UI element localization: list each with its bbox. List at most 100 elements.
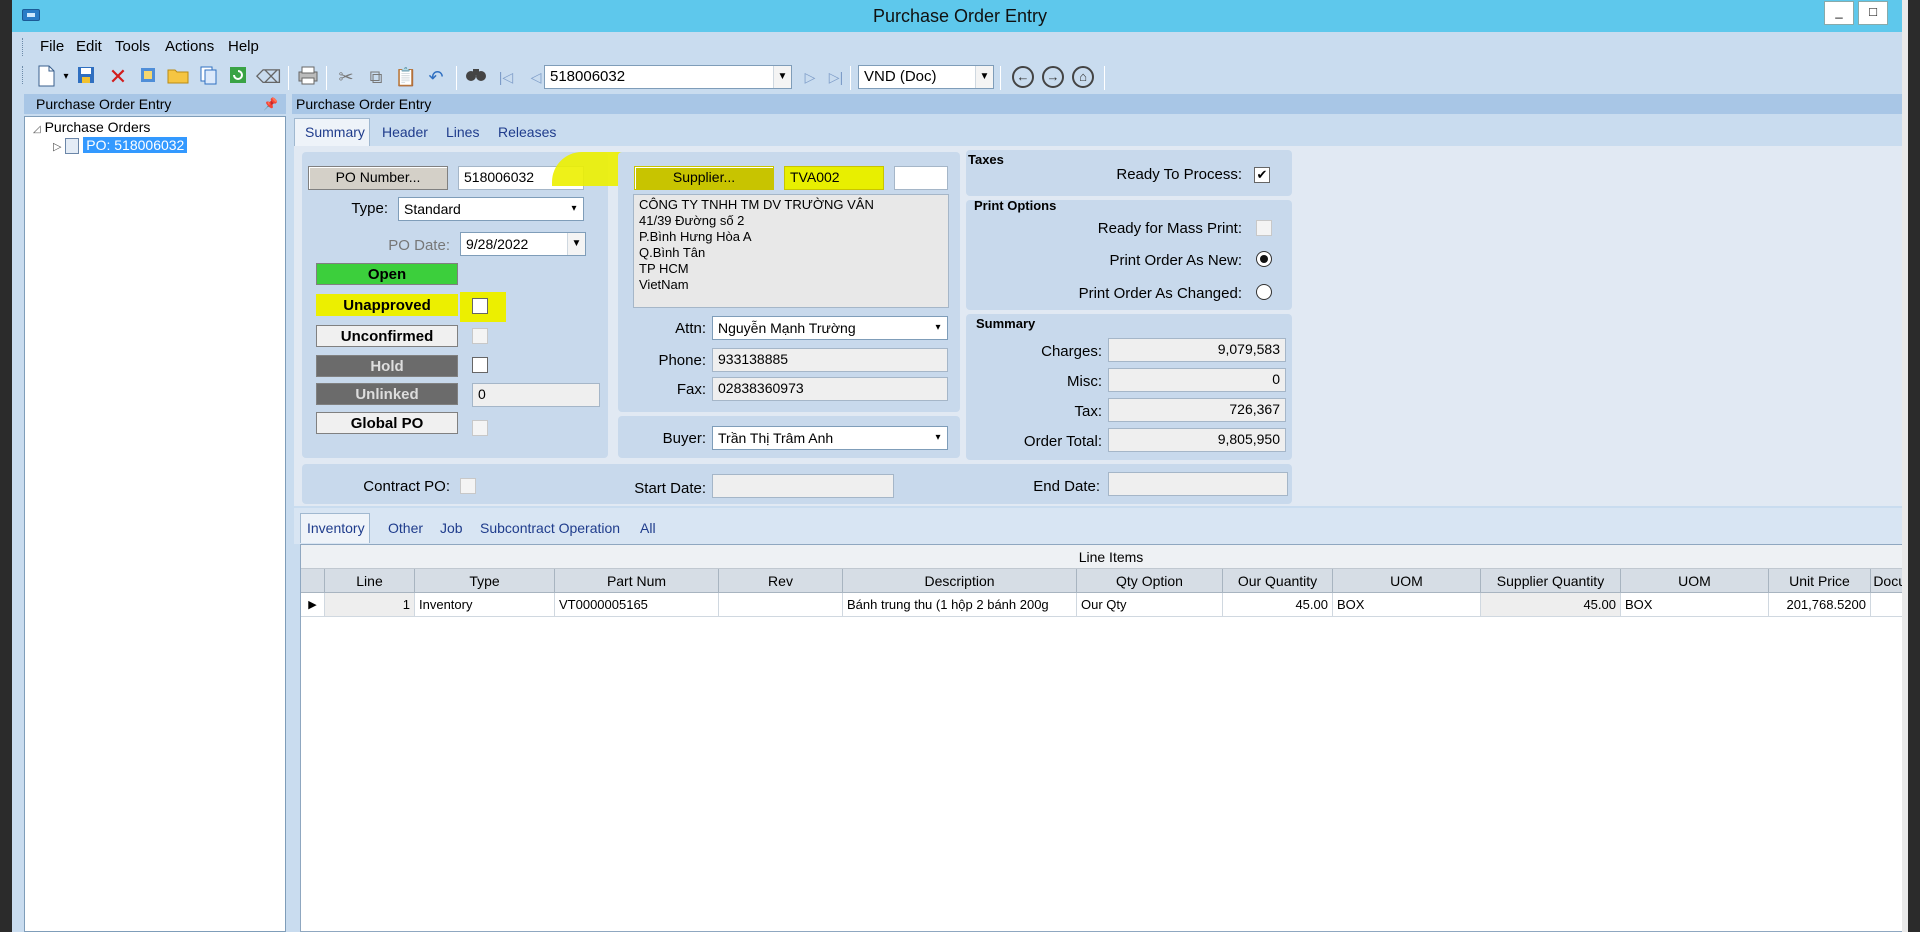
chevron-down-icon[interactable]: ▼ bbox=[567, 233, 585, 255]
eraser-icon[interactable]: ⌫ bbox=[256, 65, 281, 89]
column-header[interactable]: Unit Price bbox=[1769, 569, 1871, 593]
chevron-down-icon[interactable]: ▼ bbox=[773, 66, 791, 88]
column-header[interactable]: Our Quantity bbox=[1223, 569, 1333, 593]
home-icon[interactable]: ⌂ bbox=[1072, 66, 1094, 88]
po-number-button[interactable]: PO Number... bbox=[308, 166, 448, 190]
supplier-extra-field[interactable] bbox=[894, 166, 948, 190]
delete-icon[interactable]: ✕ bbox=[106, 65, 130, 89]
table-cell[interactable]: BOX bbox=[1333, 593, 1481, 617]
chevron-down-icon[interactable]: ▼ bbox=[975, 66, 993, 88]
attn-combo[interactable]: Nguyễn Mạnh Trường ▾ bbox=[712, 316, 948, 340]
back-icon[interactable]: ← bbox=[1012, 66, 1034, 88]
copy-doc-icon[interactable] bbox=[196, 65, 220, 89]
subtab-inventory[interactable]: Inventory bbox=[300, 513, 370, 543]
line-items-grid: Line Items Line Type Part Num Rev Descri… bbox=[300, 544, 1908, 932]
find-icon[interactable] bbox=[464, 65, 488, 89]
table-cell[interactable]: 45.00 bbox=[1481, 593, 1621, 617]
start-date-label: Start Date: bbox=[634, 480, 706, 497]
chevron-down-icon[interactable]: ▾ bbox=[929, 317, 947, 339]
start-date-field[interactable] bbox=[712, 474, 894, 498]
column-header[interactable]: Supplier Quantity bbox=[1481, 569, 1621, 593]
buyer-combo[interactable]: Trần Thị Trâm Anh ▾ bbox=[712, 426, 948, 450]
undo-icon[interactable]: ↶ bbox=[424, 65, 448, 89]
end-date-field[interactable] bbox=[1108, 472, 1288, 496]
table-cell[interactable]: BOX bbox=[1621, 593, 1769, 617]
subtab-subcontract-operation[interactable]: Subcontract Operation bbox=[480, 520, 620, 536]
chevron-down-icon[interactable]: ▾ bbox=[565, 198, 583, 220]
menu-grip bbox=[22, 38, 25, 56]
supplier-button[interactable]: Supplier... bbox=[634, 166, 774, 190]
charges-label: Charges: bbox=[1041, 343, 1102, 360]
column-header[interactable]: Description bbox=[843, 569, 1077, 593]
row-selector-arrow-icon[interactable]: ▶ bbox=[301, 593, 325, 617]
hold-checkbox[interactable] bbox=[472, 357, 488, 373]
pin-icon[interactable]: 📌 bbox=[263, 94, 278, 114]
table-cell[interactable]: 201,768.5200 bbox=[1769, 593, 1871, 617]
column-header[interactable]: Line bbox=[325, 569, 415, 593]
open-folder-icon[interactable] bbox=[166, 65, 190, 89]
po-date-picker[interactable]: 9/28/2022 ▼ bbox=[460, 232, 586, 256]
unapproved-checkbox[interactable] bbox=[472, 298, 488, 314]
tab-header[interactable]: Header bbox=[382, 124, 428, 140]
table-cell[interactable]: VT0000005165 bbox=[555, 593, 719, 617]
record-combo[interactable]: 518006032 ▼ bbox=[544, 65, 792, 89]
column-header[interactable]: Rev bbox=[719, 569, 843, 593]
refresh-icon[interactable] bbox=[226, 65, 250, 89]
contract-po-checkbox[interactable] bbox=[460, 478, 476, 494]
column-header[interactable]: UOM bbox=[1333, 569, 1481, 593]
table-cell[interactable]: Our Qty bbox=[1077, 593, 1223, 617]
menu-edit[interactable]: Edit bbox=[76, 38, 102, 55]
unconfirmed-checkbox[interactable] bbox=[472, 328, 488, 344]
record-combo-value: 518006032 bbox=[550, 68, 626, 85]
table-cell[interactable]: Bánh trung thu (1 hộp 2 bánh 200g bbox=[843, 593, 1077, 617]
supplier-id-field[interactable]: TVA002 bbox=[784, 166, 884, 190]
column-header[interactable]: Qty Option bbox=[1077, 569, 1223, 593]
column-header[interactable]: UOM bbox=[1621, 569, 1769, 593]
tab-releases[interactable]: Releases bbox=[498, 124, 556, 140]
subtab-job[interactable]: Job bbox=[440, 520, 463, 536]
column-header[interactable]: Type bbox=[415, 569, 555, 593]
ready-mass-print-checkbox[interactable] bbox=[1256, 220, 1272, 236]
print-as-changed-radio[interactable] bbox=[1256, 284, 1272, 300]
table-cell[interactable]: 1 bbox=[325, 593, 415, 617]
chevron-down-icon[interactable]: ▾ bbox=[929, 427, 947, 449]
table-cell[interactable]: Inventory bbox=[415, 593, 555, 617]
currency-combo[interactable]: VND (Doc) ▼ bbox=[858, 65, 994, 89]
status-global-po: Global PO bbox=[316, 412, 458, 434]
print-as-new-radio[interactable] bbox=[1256, 251, 1272, 267]
tree-node-po[interactable]: ▷ PO: 518006032 bbox=[53, 137, 188, 155]
minimize-button[interactable]: _ bbox=[1824, 1, 1854, 25]
next-record-icon[interactable]: ▷ bbox=[798, 65, 822, 89]
column-header[interactable]: Part Num bbox=[555, 569, 719, 593]
print-icon[interactable] bbox=[296, 65, 320, 89]
menu-tools[interactable]: Tools bbox=[115, 38, 150, 55]
subtab-other[interactable]: Other bbox=[388, 520, 423, 536]
global-po-checkbox[interactable] bbox=[472, 420, 488, 436]
forward-icon[interactable]: → bbox=[1042, 66, 1064, 88]
tab-summary[interactable]: Summary bbox=[294, 118, 370, 146]
summary-title: Summary bbox=[976, 316, 1036, 331]
collapse-icon[interactable]: ◿ bbox=[33, 124, 41, 135]
first-record-icon[interactable]: |◁ bbox=[494, 65, 518, 89]
subtab-all[interactable]: All bbox=[640, 520, 656, 536]
copy-icon[interactable]: ⧉ bbox=[364, 65, 388, 89]
maximize-button[interactable]: □ bbox=[1858, 1, 1888, 25]
menu-help[interactable]: Help bbox=[228, 38, 259, 55]
type-combo[interactable]: Standard ▾ bbox=[398, 197, 584, 221]
order-total-label: Order Total: bbox=[1023, 433, 1102, 450]
table-cell[interactable]: 45.00 bbox=[1223, 593, 1333, 617]
save-icon[interactable] bbox=[74, 65, 98, 89]
cut-icon[interactable]: ✂ bbox=[334, 65, 358, 89]
menu-file[interactable]: File bbox=[40, 38, 64, 55]
tab-lines[interactable]: Lines bbox=[446, 124, 479, 140]
ready-to-process-checkbox[interactable]: ✔ bbox=[1254, 167, 1270, 183]
expand-icon[interactable]: ▷ bbox=[53, 141, 61, 153]
buyer-label: Buyer: bbox=[662, 430, 706, 447]
vertical-scrollbar[interactable] bbox=[1902, 0, 1908, 932]
last-record-icon[interactable]: ▷| bbox=[824, 65, 848, 89]
menu-actions[interactable]: Actions bbox=[165, 38, 214, 55]
tree-root[interactable]: ◿ Purchase Orders bbox=[33, 119, 150, 135]
table-cell[interactable] bbox=[719, 593, 843, 617]
paste-icon[interactable]: 📋 bbox=[394, 65, 418, 89]
attach-icon[interactable] bbox=[136, 65, 160, 89]
